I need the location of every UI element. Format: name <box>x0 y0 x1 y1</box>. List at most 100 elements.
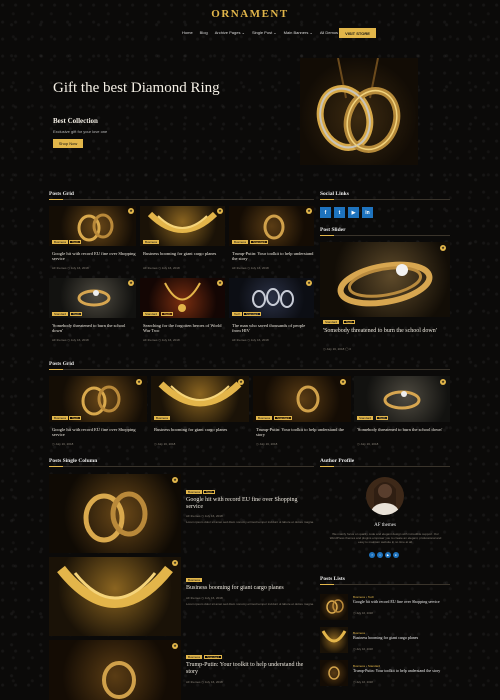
post-thumbnail[interactable] <box>49 640 181 700</box>
post-meta: ◷ July 16, 2018 <box>154 442 176 446</box>
post-title[interactable]: 'Somebody threatened to burn the school … <box>52 323 136 333</box>
site-logo[interactable]: ORNAMENT <box>0 8 500 20</box>
post-meta: AF themes ◷ July 16, 2018 <box>143 266 180 270</box>
hero-subtitle: Best Collection <box>53 117 98 125</box>
post-meta: ◷ July 16, 2018 <box>52 442 74 446</box>
post-title[interactable]: Business booming for giant cargo planes <box>186 585 314 592</box>
list-post-title[interactable]: Trump-Putin: Your toolkit to help unders… <box>353 668 448 674</box>
category-tag[interactable]: Tech <box>69 240 82 244</box>
facebook-icon[interactable]: f <box>369 552 375 558</box>
bookmark-icon[interactable]: ★ <box>340 379 346 385</box>
category-tag[interactable]: Standard <box>250 240 269 244</box>
list-post-meta: ◷ July 16, 2018 <box>353 680 373 684</box>
list-thumbnail[interactable] <box>320 594 348 620</box>
section-divider <box>320 235 450 236</box>
main-nav: Home Blog Archive Pages ⌄ Single Post ⌄ … <box>182 30 343 35</box>
category-tag[interactable]: Business <box>186 578 203 582</box>
category-tag[interactable]: Business <box>154 416 171 420</box>
bookmark-icon[interactable]: ★ <box>172 477 178 483</box>
post-title[interactable]: Google hit with record EU fine over Shop… <box>52 427 144 437</box>
category-tag[interactable]: Business <box>186 655 203 659</box>
twitter-icon[interactable]: t <box>334 207 345 218</box>
author-social-links: f t ▶ in <box>369 552 399 558</box>
shop-now-button[interactable]: Shop Now <box>53 139 83 148</box>
hero-title: Gift the best Diamond Ring <box>53 80 220 96</box>
linkedin-icon[interactable]: in <box>393 552 399 558</box>
section-divider <box>49 466 314 467</box>
list-thumbnail[interactable] <box>320 627 348 653</box>
category-tag[interactable]: Tech <box>203 490 216 494</box>
post-title[interactable]: Trump-Putin: Your toolkit to help unders… <box>256 427 348 437</box>
youtube-icon[interactable]: ▶ <box>348 207 359 218</box>
youtube-icon[interactable]: ▶ <box>385 552 391 558</box>
category-tag[interactable]: Standard <box>204 655 223 659</box>
post-meta: AF themes ◷ July 16, 2018 <box>232 338 269 342</box>
category-tag[interactable]: Tech <box>376 416 389 420</box>
facebook-icon[interactable]: f <box>320 207 331 218</box>
hero-description: Exclusive gift for your love one <box>53 129 108 134</box>
bookmark-icon[interactable]: ★ <box>440 245 446 251</box>
list-post-title[interactable]: Google hit with record EU fine over Shop… <box>353 599 448 605</box>
category-tag[interactable]: Business <box>52 240 69 244</box>
post-title[interactable]: Google hit with record EU fine over Shop… <box>52 251 136 261</box>
post-title[interactable]: The man who saved thousands of people fr… <box>232 323 314 333</box>
category-tag[interactable]: Standard <box>357 416 374 420</box>
category-tag[interactable]: Standard <box>52 312 69 316</box>
category-tag[interactable]: Business <box>256 416 273 420</box>
bookmark-icon[interactable]: ★ <box>172 560 178 566</box>
post-title[interactable]: Google hit with record EU fine over Shop… <box>186 497 314 511</box>
category-tag[interactable]: Tech <box>343 320 356 324</box>
section-title-post-slider: Post Slider <box>320 227 346 233</box>
post-meta: AF themes ◷ July 16, 2018 <box>52 338 89 342</box>
post-meta: AF themes ◷ July 16, 2018 <box>143 338 180 342</box>
bookmark-icon[interactable]: ★ <box>128 208 134 214</box>
post-thumbnail[interactable] <box>49 557 181 636</box>
bookmark-icon[interactable]: ★ <box>217 208 223 214</box>
post-meta: AF themes ◷ July 16, 2018 <box>186 596 223 600</box>
category-tag[interactable]: Standard <box>243 312 262 316</box>
bookmark-icon[interactable]: ★ <box>172 643 178 649</box>
bookmark-icon[interactable]: ★ <box>136 379 142 385</box>
post-title[interactable]: Business booming for giant cargo planes <box>143 251 225 256</box>
category-tag[interactable]: Business <box>52 416 69 420</box>
slider-post-title[interactable]: 'Somebody threatened to burn the school … <box>323 328 448 335</box>
visit-store-button[interactable]: VISIT STORE <box>339 28 376 38</box>
post-title[interactable]: Searching for the forgotten heroes of Wo… <box>143 323 225 333</box>
post-title[interactable]: Trump-Putin: Your toolkit to help unders… <box>232 251 314 261</box>
avatar[interactable] <box>366 477 404 515</box>
nav-item-archive-pages[interactable]: Archive Pages ⌄ <box>215 30 245 35</box>
post-title[interactable]: Business booming for giant cargo planes <box>154 427 246 432</box>
category-tag[interactable]: Business <box>232 240 249 244</box>
nav-item-blog[interactable]: Blog <box>200 30 208 35</box>
bookmark-icon[interactable]: ★ <box>306 280 312 286</box>
category-tag[interactable]: Tech <box>232 312 243 316</box>
category-tag[interactable]: Tech <box>161 312 174 316</box>
nav-item-main-banners[interactable]: Main Banners ⌄ <box>284 30 313 35</box>
bookmark-icon[interactable]: ★ <box>440 379 446 385</box>
twitter-icon[interactable]: t <box>377 552 383 558</box>
linkedin-icon[interactable]: in <box>362 207 373 218</box>
category-tag[interactable]: Standard <box>143 312 160 316</box>
bookmark-icon[interactable]: ★ <box>217 280 223 286</box>
post-thumbnail[interactable] <box>49 474 181 553</box>
category-tag[interactable]: Standard <box>323 320 340 324</box>
list-post-meta: ◷ July 16, 2018 <box>353 611 373 615</box>
section-divider <box>320 199 450 200</box>
bookmark-icon[interactable]: ★ <box>306 208 312 214</box>
post-excerpt: Lorem ipsum dolor sit amet sed diam nonu… <box>186 602 314 606</box>
category-tag[interactable]: Tech <box>70 312 83 316</box>
bookmark-icon[interactable]: ★ <box>128 280 134 286</box>
list-thumbnail[interactable] <box>320 660 348 686</box>
category-tag[interactable]: Business <box>143 240 160 244</box>
nav-item-home[interactable]: Home <box>182 30 193 35</box>
bookmark-icon[interactable]: ★ <box>238 379 244 385</box>
post-title[interactable]: Trump-Putin: Your toolkit to help unders… <box>186 662 314 676</box>
category-tag[interactable]: Business <box>186 490 203 494</box>
category-tag[interactable]: Tech <box>69 416 82 420</box>
slider-image[interactable] <box>320 242 450 317</box>
list-post-title[interactable]: Business booming for giant cargo planes <box>353 635 448 641</box>
hero-ring-image <box>300 58 418 165</box>
category-tag[interactable]: Standard <box>274 416 293 420</box>
nav-item-single-post[interactable]: Single Post ⌄ <box>252 30 277 35</box>
post-title[interactable]: 'Somebody threatened to burn the school … <box>357 427 449 432</box>
